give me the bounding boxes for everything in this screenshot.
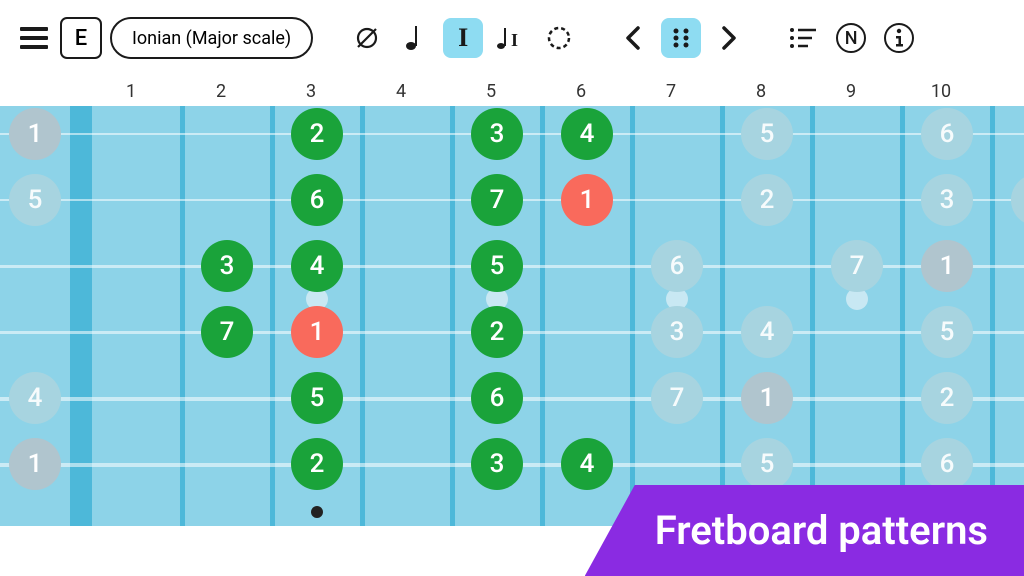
banner: Fretboard patterns	[585, 485, 1024, 576]
fret-number: 2	[176, 81, 266, 102]
note-marker[interactable]: 4	[9, 372, 61, 424]
svg-text:I: I	[511, 30, 518, 50]
note-marker[interactable]: 6	[651, 240, 703, 292]
note-marker[interactable]: 5	[921, 306, 973, 358]
scale-button[interactable]: Ionian (Major scale)	[110, 17, 313, 59]
pattern-grid-icon[interactable]	[661, 18, 701, 58]
note-marker[interactable]: 3	[651, 306, 703, 358]
note-marker[interactable]: 2	[921, 372, 973, 424]
interval-mode-icon[interactable]: I	[443, 18, 483, 58]
note-marker[interactable]: 7	[201, 306, 253, 358]
note-marker[interactable]: 4	[1011, 174, 1024, 226]
note-marker[interactable]: 2	[291, 438, 343, 490]
fret-numbers: 12345678910	[0, 76, 1024, 106]
note-marker[interactable]: 4	[561, 438, 613, 490]
note-marker[interactable]: 7	[651, 372, 703, 424]
fret-number: 3	[266, 81, 356, 102]
chevron-right-icon[interactable]	[709, 18, 749, 58]
fret-number: 8	[716, 81, 806, 102]
note-marker[interactable]: 3	[471, 108, 523, 160]
menu-icon[interactable]	[16, 21, 52, 55]
key-button[interactable]: E	[60, 17, 102, 59]
note-marker[interactable]: 5	[471, 240, 523, 292]
dashed-circle-icon[interactable]	[539, 18, 579, 58]
fret-marker-dot	[311, 506, 323, 518]
note-marker[interactable]: 1	[741, 372, 793, 424]
note-marker[interactable]: 5	[291, 372, 343, 424]
fret-number: 1	[86, 81, 176, 102]
note-marker[interactable]: 1	[921, 240, 973, 292]
note-marker[interactable]: 1	[9, 108, 61, 160]
note-marker[interactable]: 7	[831, 240, 883, 292]
note-marker[interactable]: 6	[471, 372, 523, 424]
fret-number: 4	[356, 81, 446, 102]
note-marker[interactable]: 1	[9, 438, 61, 490]
fret-number: 6	[536, 81, 626, 102]
note-marker[interactable]: 6	[921, 108, 973, 160]
fret-number: 9	[806, 81, 896, 102]
note-marker[interactable]: 3	[471, 438, 523, 490]
note-icon[interactable]	[395, 18, 435, 58]
note-marker[interactable]: 5	[741, 108, 793, 160]
note-marker[interactable]: 4	[291, 240, 343, 292]
toolbar: E Ionian (Major scale) I I N	[0, 0, 1024, 76]
note-marker[interactable]: 3	[921, 174, 973, 226]
empty-set-icon[interactable]	[347, 18, 387, 58]
note-marker[interactable]: 5	[9, 174, 61, 226]
note-marker[interactable]: 1	[561, 174, 613, 226]
fret-number: 10	[896, 81, 986, 102]
fret-number: 5	[446, 81, 536, 102]
fret-number: 7	[626, 81, 716, 102]
chevron-left-icon[interactable]	[613, 18, 653, 58]
note-interval-icon[interactable]: I	[491, 18, 531, 58]
note-marker[interactable]: 3	[201, 240, 253, 292]
fretboard[interactable]: 1234565671234345671712345456712123456	[0, 106, 1024, 526]
note-marker[interactable]: 4	[561, 108, 613, 160]
note-marker[interactable]: 2	[291, 108, 343, 160]
note-marker[interactable]: 4	[741, 306, 793, 358]
note-marker[interactable]: 1	[291, 306, 343, 358]
note-marker[interactable]: 5	[741, 438, 793, 490]
note-marker[interactable]: 6	[921, 438, 973, 490]
note-marker[interactable]: 2	[471, 306, 523, 358]
list-dots-icon[interactable]	[783, 18, 823, 58]
info-icon[interactable]	[884, 23, 914, 53]
note-marker[interactable]: 7	[471, 174, 523, 226]
note-marker[interactable]: 6	[291, 174, 343, 226]
note-marker[interactable]: 2	[741, 174, 793, 226]
n-button[interactable]: N	[836, 23, 866, 53]
